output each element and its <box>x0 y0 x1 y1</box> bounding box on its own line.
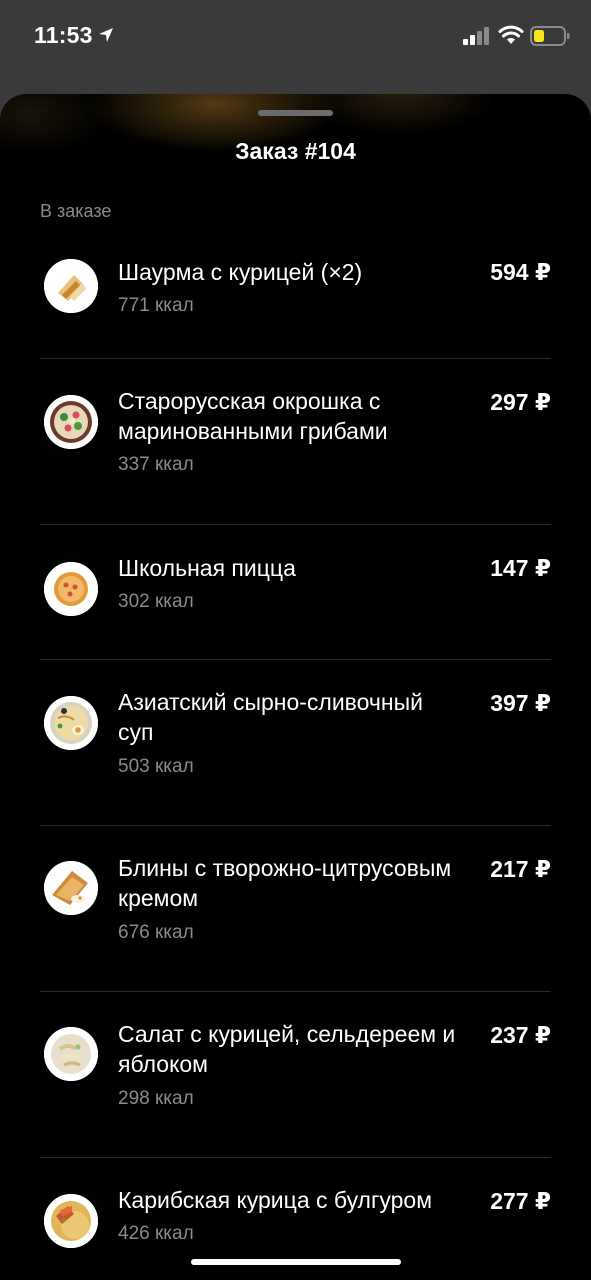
item-price: 217 ₽ <box>490 856 551 882</box>
item-price: 594 ₽ <box>490 259 551 285</box>
order-item[interactable]: Азиатский сырно-сливочный суп 503 ккал 3… <box>40 660 551 826</box>
battery-icon <box>530 26 570 46</box>
shawarma-icon <box>44 259 98 313</box>
pancakes-icon <box>44 861 98 915</box>
order-title: Заказ #104 <box>235 138 356 164</box>
section-label: В заказе <box>40 201 112 221</box>
item-name: Карибская курица с булгуром <box>118 1187 433 1213</box>
item-price: 297 ₽ <box>490 389 551 415</box>
soup-icon <box>44 696 98 750</box>
item-name: Салат с курицей, сельдереем и яблоком <box>118 1021 456 1077</box>
okroshka-icon <box>44 395 98 449</box>
pizza-icon <box>44 562 98 616</box>
item-kcal: 503 ккал <box>118 756 194 777</box>
chicken-bulgur-icon <box>44 1194 98 1248</box>
item-price: 277 ₽ <box>490 1188 551 1214</box>
status-time: 11:53 <box>34 22 93 48</box>
item-kcal: 302 ккал <box>118 591 194 612</box>
home-indicator[interactable] <box>191 1259 401 1265</box>
item-name: Шаурма с курицей (×2) <box>118 259 363 285</box>
status-bar: 11:53 <box>0 0 591 78</box>
order-item[interactable]: Блины с творожно-цитрусовым кремом 676 к… <box>40 826 551 992</box>
order-sheet: Заказ #104 В заказе Шаурма с курицей (×2… <box>0 94 591 1280</box>
item-kcal: 337 ккал <box>118 454 194 475</box>
wifi-icon <box>498 25 524 44</box>
order-item[interactable]: Школьная пицца 302 ккал 147 ₽ <box>40 525 551 660</box>
item-price: 397 ₽ <box>490 690 551 716</box>
location-arrow-icon <box>99 28 113 42</box>
item-kcal: 426 ккал <box>118 1223 194 1244</box>
order-item[interactable]: Старорусская окрошка с маринованными гри… <box>40 359 551 525</box>
item-name: Школьная пицца <box>118 555 296 581</box>
item-kcal: 298 ккал <box>118 1088 194 1109</box>
order-item[interactable]: Салат с курицей, сельдереем и яблоком 29… <box>40 992 551 1158</box>
item-price: 147 ₽ <box>490 555 551 581</box>
item-name: Блины с творожно-цитрусовым кремом <box>118 855 452 911</box>
item-kcal: 676 ккал <box>118 922 194 943</box>
order-item[interactable]: Шаурма с курицей (×2) 771 ккал 594 ₽ <box>40 234 551 359</box>
item-price: 237 ₽ <box>490 1022 551 1048</box>
item-name: Азиатский сырно-сливочный суп <box>118 689 423 745</box>
signal-icon <box>463 27 489 45</box>
item-kcal: 771 ккал <box>118 295 194 316</box>
sheet-grabber[interactable] <box>258 110 333 116</box>
item-name: Старорусская окрошка с маринованными гри… <box>118 388 388 444</box>
salad-icon <box>44 1027 98 1081</box>
